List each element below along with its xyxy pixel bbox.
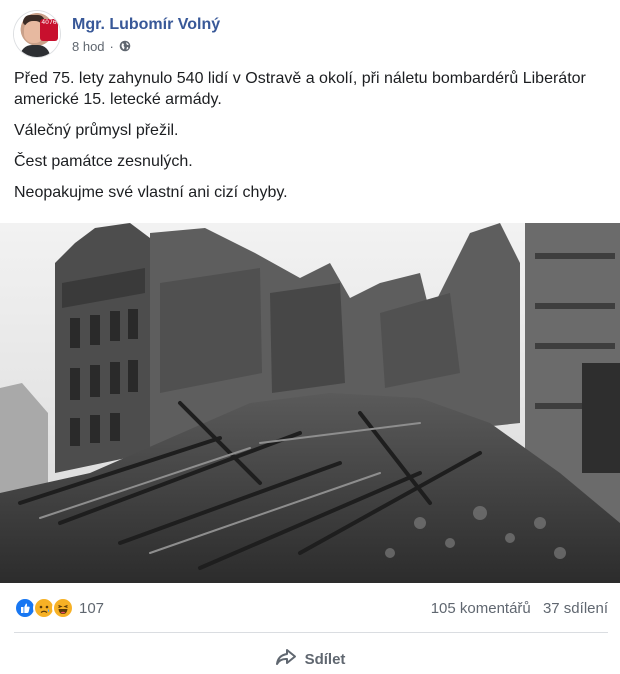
post-meta: Mgr. Lubomír Volný 8 hod ·	[72, 15, 220, 54]
share-arrow-icon	[275, 648, 305, 670]
divider	[14, 632, 608, 633]
share-label: Sdílet	[304, 650, 346, 668]
facebook-post: 4076 Mgr. Lubomír Volný 8 hod · Před 75.…	[0, 0, 620, 674]
post-paragraph: Neopakujme své vlastní ani cizí chyby.	[14, 184, 288, 201]
ruined-building-photo	[0, 223, 620, 583]
post-actions: Sdílet	[0, 644, 620, 674]
avatar[interactable]: 4076	[14, 11, 60, 57]
post-paragraph: Válečný průmysl přežil.	[14, 122, 179, 139]
share-button[interactable]: Sdílet	[275, 648, 346, 670]
avatar-shirt	[20, 45, 50, 57]
comments-count[interactable]: 105 komentářů	[431, 600, 531, 617]
post-timestamp[interactable]: 8 hod	[72, 39, 105, 54]
haha-icon	[52, 597, 74, 619]
avatar-badge: 4076	[40, 19, 58, 41]
globe-icon[interactable]	[119, 40, 131, 52]
post-header: 4076 Mgr. Lubomír Volný 8 hod ·	[14, 10, 220, 58]
engagement-counts: 105 komentářů 37 sdílení	[423, 600, 608, 617]
post-stats: 107 105 komentářů 37 sdílení	[14, 596, 608, 620]
reactions-summary[interactable]: 107	[14, 597, 104, 619]
shares-count[interactable]: 37 sdílení	[543, 600, 608, 617]
post-paragraph: Před 75. lety zahynulo 540 lidí v Ostrav…	[14, 70, 586, 108]
reactions-count[interactable]: 107	[79, 600, 104, 617]
separator-dot: ·	[109, 38, 114, 54]
post-photo[interactable]	[0, 223, 620, 583]
post-paragraph: Čest památce zesnulých.	[14, 153, 193, 170]
post-text: Před 75. lety zahynulo 540 lidí v Ostrav…	[14, 68, 604, 213]
post-subline: 8 hod ·	[72, 39, 220, 54]
author-name[interactable]: Mgr. Lubomír Volný	[72, 15, 220, 35]
